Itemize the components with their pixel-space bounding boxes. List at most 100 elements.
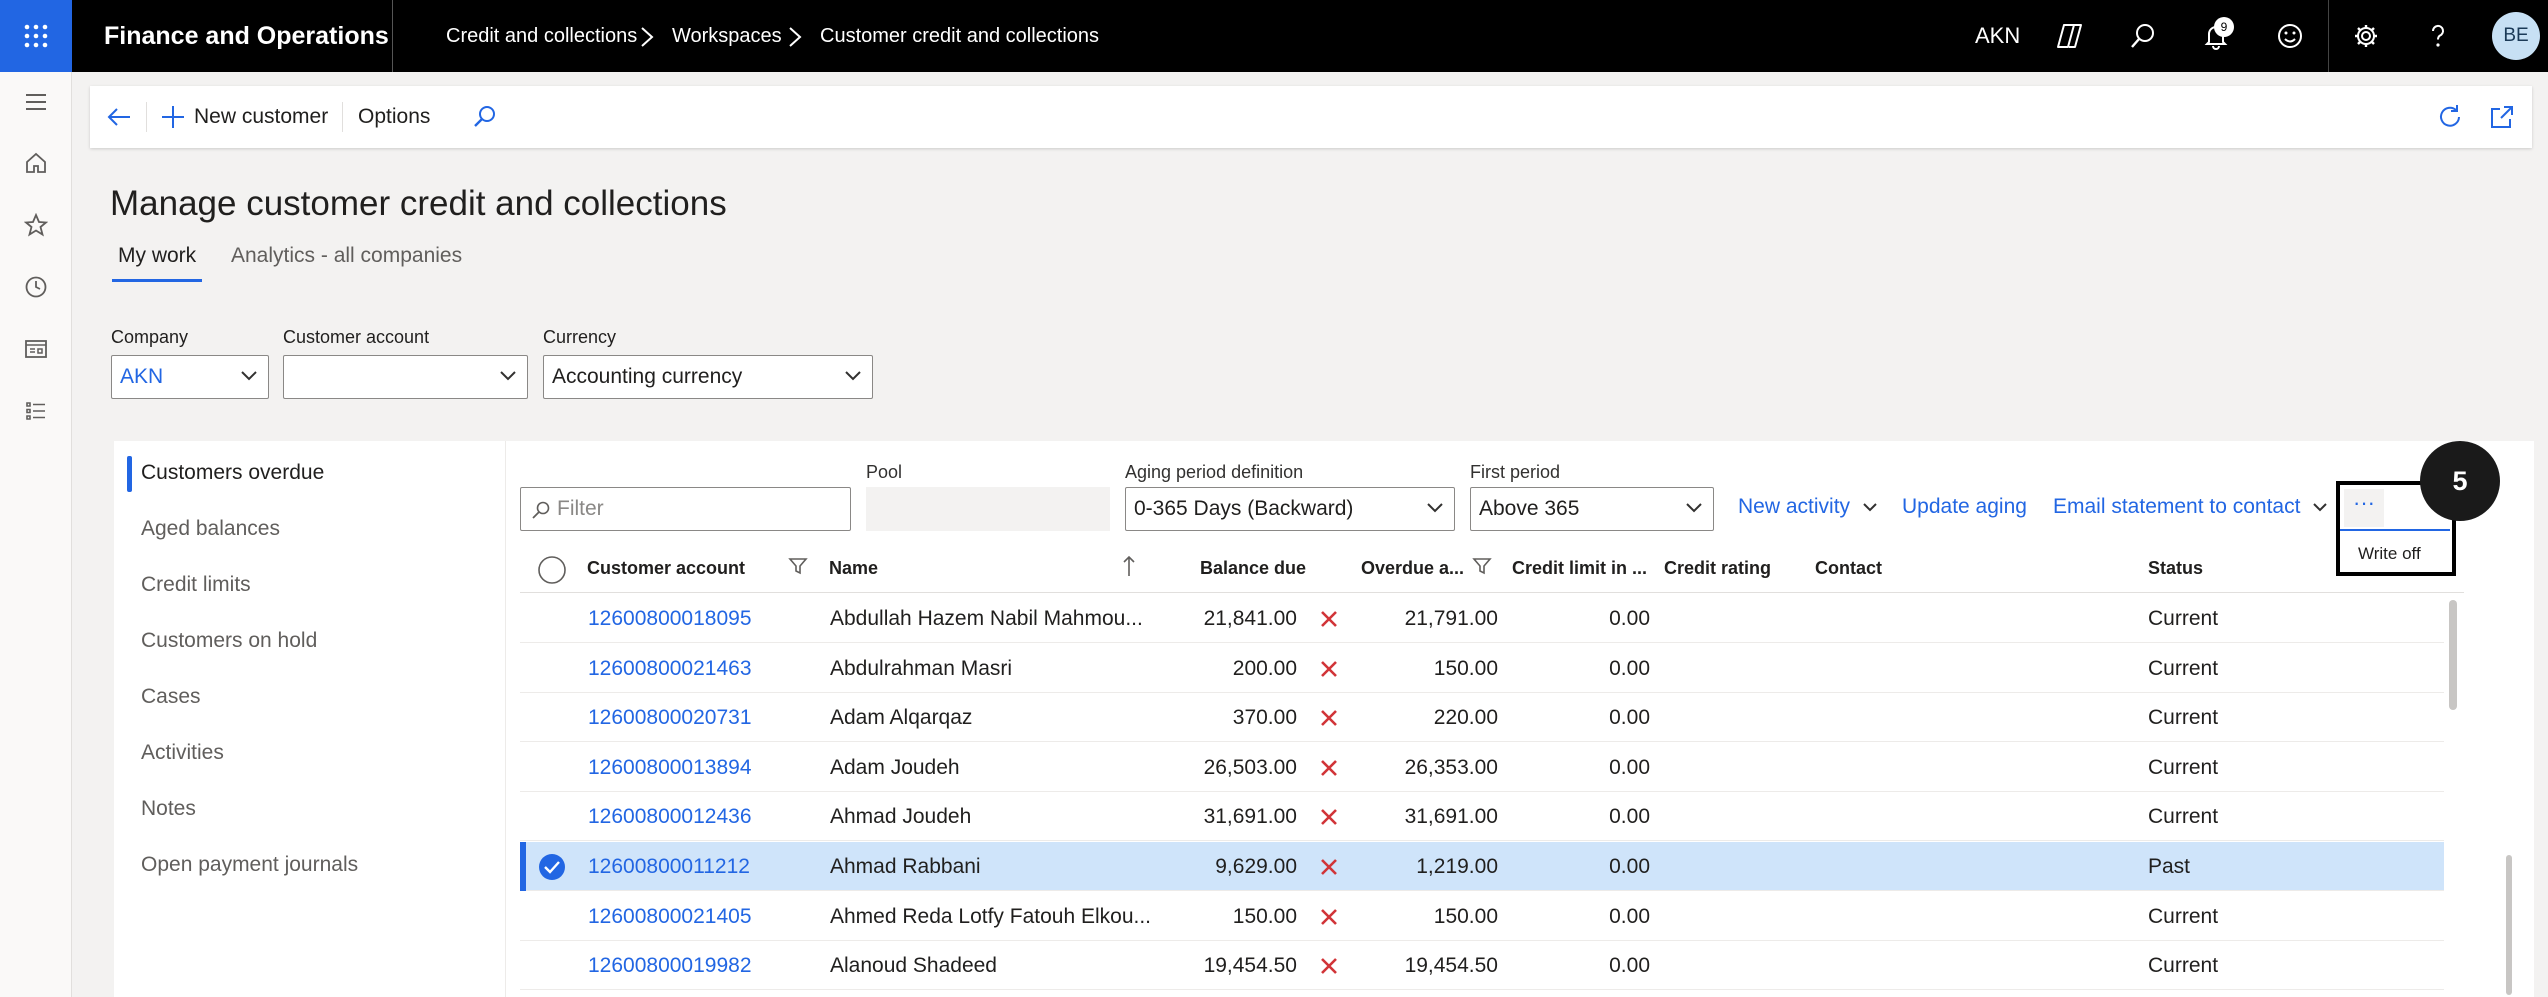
customer-name: Alanoud Shadeed — [830, 954, 997, 978]
tab-my-work[interactable]: My work — [111, 244, 203, 282]
nav-cases[interactable]: Cases — [141, 685, 201, 709]
home-icon[interactable] — [18, 145, 54, 181]
company-dropdown[interactable]: AKN — [111, 355, 269, 399]
open-in-new-window-icon[interactable] — [2488, 86, 2516, 148]
back-arrow-icon[interactable] — [106, 86, 132, 148]
col-credit-rating[interactable]: Credit rating — [1664, 558, 1771, 579]
currency-value: Accounting currency — [552, 365, 743, 388]
modules-list-icon[interactable] — [18, 393, 54, 429]
status: Past — [2148, 855, 2191, 878]
nav-credit-limits[interactable]: Credit limits — [141, 573, 251, 597]
options-button[interactable]: Options — [358, 86, 430, 148]
customer-account-link[interactable]: 12600800011212 — [588, 842, 750, 891]
select-all-checkbox[interactable] — [537, 555, 567, 585]
customer-name: Ahmad Rabbani — [830, 855, 981, 878]
col-overdue-amount[interactable]: Overdue a... — [1361, 558, 1464, 579]
table-row[interactable]: 12600800021405 Ahmed Reda Lotfy Fatouh El… — [520, 892, 2444, 941]
favorites-star-icon[interactable] — [18, 207, 54, 243]
currency-label: Currency — [543, 327, 617, 347]
customer-account-link[interactable]: 12600800018095 — [588, 594, 752, 643]
page-scrollbar[interactable] — [2506, 855, 2512, 995]
chevron-down-icon — [500, 371, 516, 381]
status: Current — [2148, 706, 2219, 730]
col-credit-limit[interactable]: Credit limit in ... — [1512, 558, 1647, 579]
refresh-icon[interactable] — [2436, 86, 2464, 148]
grid-filter-input[interactable]: Filter — [520, 487, 851, 531]
nav-open-payment-journals[interactable]: Open payment journals — [141, 853, 358, 877]
customer-account-link[interactable]: 12600800021405 — [588, 892, 752, 941]
customer-account-link[interactable]: 12600800021463 — [588, 644, 752, 693]
credit-limit: 0.00 — [1609, 805, 1650, 829]
new-activity-button[interactable]: New activity — [1738, 495, 1878, 519]
customer-account-link[interactable]: 12600800012436 — [588, 792, 752, 841]
search-icon[interactable] — [2125, 18, 2161, 54]
nav-customers-overdue[interactable]: Customers overdue — [141, 461, 324, 485]
user-avatar[interactable]: BE — [2492, 12, 2540, 60]
company-picker[interactable]: AKN — [1975, 0, 2020, 72]
workspaces-icon[interactable] — [18, 331, 54, 367]
table-row[interactable]: 12600800021463 Abdulrahman Masri 200.00 150… — [520, 644, 2444, 693]
recent-clock-icon[interactable] — [18, 269, 54, 305]
nav-notes[interactable]: Notes — [141, 797, 196, 821]
breadcrumb-module[interactable]: Credit and collections — [446, 0, 637, 72]
customer-account-link[interactable]: 12600800013894 — [588, 743, 752, 792]
balance-due: 150.00 — [1232, 904, 1297, 928]
table-row[interactable]: 12600800011212 Ahmad Rabbani 9,629.00 1,219… — [520, 842, 2444, 891]
navigation-rail — [0, 72, 72, 997]
chevron-down-icon — [2313, 503, 2328, 512]
plus-icon — [162, 106, 184, 128]
nav-aged-balances[interactable]: Aged balances — [141, 517, 280, 541]
table-row[interactable]: 12600800013894 Adam Joudeh 26,503.00 26,353… — [520, 743, 2444, 792]
company-value: AKN — [120, 365, 164, 388]
copilot-icon[interactable] — [2052, 18, 2088, 54]
email-statement-button[interactable]: Email statement to contact — [2053, 495, 2328, 519]
customer-name: Ahmad Joudeh — [830, 805, 972, 829]
first-period-value: Above 365 — [1479, 497, 1580, 520]
chevron-down-icon — [1427, 503, 1443, 513]
col-balance-due[interactable]: Balance due — [1200, 558, 1306, 579]
chevron-down-icon — [1686, 503, 1702, 513]
column-filter-funnel-icon[interactable] — [1472, 556, 1492, 576]
customer-account-dropdown[interactable] — [283, 355, 528, 399]
col-status[interactable]: Status — [2148, 558, 2203, 579]
sort-ascending-arrow-icon[interactable] — [1122, 555, 1136, 577]
status: Current — [2148, 607, 2219, 630]
nav-divider — [2328, 0, 2329, 72]
settings-gear-icon[interactable] — [2348, 18, 2384, 54]
column-filter-funnel-icon[interactable] — [788, 556, 808, 576]
customer-account-link[interactable]: 12600800019982 — [588, 941, 752, 990]
tab-analytics[interactable]: Analytics - all companies — [231, 244, 462, 268]
app-name[interactable]: Finance and Operations — [104, 0, 389, 72]
filter-search-icon — [532, 501, 550, 519]
col-name[interactable]: Name — [829, 558, 878, 579]
page-title: Manage customer credit and collections — [110, 184, 727, 223]
customer-account-link[interactable]: 12600800020731 — [588, 693, 752, 742]
balance-due: 370.00 — [1232, 706, 1297, 730]
currency-dropdown[interactable]: Accounting currency — [543, 355, 873, 399]
new-customer-button[interactable]: New customer — [160, 86, 328, 148]
app-launcher-icon[interactable] — [0, 0, 72, 72]
nav-customers-on-hold[interactable]: Customers on hold — [141, 629, 317, 653]
customer-name: Abdulrahman Masri — [830, 656, 1013, 680]
table-row[interactable]: 12600800019982 Alanoud Shadeed 19,454.50 19… — [520, 941, 2444, 991]
balance-due: 26,503.00 — [1203, 755, 1297, 779]
breadcrumb-current: Customer credit and collections — [820, 25, 1100, 47]
row-checkmark-icon[interactable] — [537, 852, 567, 882]
grid-scrollbar[interactable] — [2449, 600, 2457, 710]
table-row[interactable]: 12600800018095 Abdullah Hazem Nabil Mahmo… — [520, 594, 2444, 643]
update-aging-button[interactable]: Update aging — [1902, 495, 2027, 519]
feedback-smiley-icon[interactable] — [2272, 18, 2308, 54]
table-row[interactable]: 12600800012436 Ahmad Joudeh 31,691.00 31,69… — [520, 792, 2444, 842]
aging-period-dropdown[interactable]: 0-365 Days (Backward) — [1125, 487, 1455, 531]
col-customer-account[interactable]: Customer account — [587, 558, 745, 579]
credit-limit: 0.00 — [1609, 755, 1650, 779]
table-row[interactable]: 12600800020731 Adam Alqarqaz 370.00 220.00 0… — [520, 693, 2444, 743]
help-question-icon[interactable] — [2420, 18, 2456, 54]
breadcrumb-workspaces[interactable]: Workspaces — [672, 0, 782, 72]
chevron-down-icon — [1863, 503, 1877, 512]
nav-activities[interactable]: Activities — [141, 741, 224, 765]
col-contact[interactable]: Contact — [1815, 558, 1882, 579]
hamburger-menu-icon[interactable] — [18, 84, 54, 120]
first-period-dropdown[interactable]: Above 365 — [1470, 487, 1714, 531]
action-search-icon[interactable] — [472, 86, 498, 148]
